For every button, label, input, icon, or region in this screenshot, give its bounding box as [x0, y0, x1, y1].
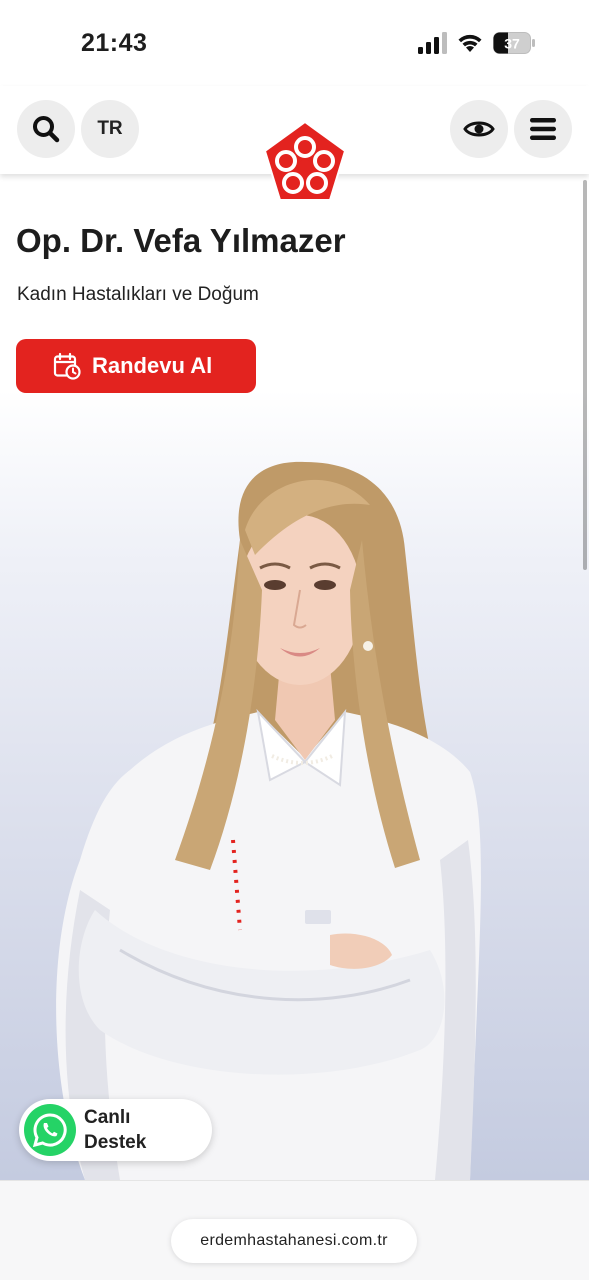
search-icon [33, 116, 60, 143]
doctor-photo [0, 390, 589, 1180]
cellular-signal-icon [418, 32, 447, 54]
battery-level: 37 [504, 36, 520, 52]
search-button[interactable] [17, 100, 75, 158]
page: 21:43 37 TR Op. Dr. Vefa Yılmazer Kadın … [0, 0, 589, 1280]
whatsapp-icon [24, 1104, 76, 1156]
appointment-button-label: Randevu Al [92, 353, 213, 378]
language-button[interactable]: TR [81, 100, 139, 158]
live-support-button[interactable]: Canlı Destek [19, 1099, 212, 1161]
page-scrollbar[interactable] [583, 180, 587, 570]
eye-icon [463, 121, 495, 137]
wifi-icon [458, 34, 482, 52]
url-bar[interactable]: erdemhastahanesi.com.tr [171, 1219, 417, 1263]
site-header: TR [0, 86, 589, 201]
live-support-label: Canlı Destek [84, 1105, 146, 1155]
accessibility-button[interactable] [450, 100, 508, 158]
doctor-name: Op. Dr. Vefa Yılmazer [16, 222, 346, 259]
calendar-clock-icon [53, 352, 81, 380]
appointment-button[interactable]: Randevu Al [16, 339, 256, 393]
live-support-line2: Destek [84, 1132, 147, 1153]
live-support-line1: Canlı [84, 1107, 131, 1128]
status-bar: 21:43 37 [0, 0, 589, 86]
browser-toolbar: erdemhastahanesi.com.tr [0, 1180, 589, 1280]
status-time: 21:43 [81, 29, 148, 57]
doctor-specialty: Kadın Hastalıkları ve Doğum [17, 284, 259, 305]
menu-button[interactable] [514, 100, 572, 158]
doctor-portrait [56, 461, 481, 1180]
battery-icon: 37 [493, 32, 535, 54]
hospital-logo[interactable] [262, 120, 348, 204]
menu-icon [530, 118, 556, 140]
